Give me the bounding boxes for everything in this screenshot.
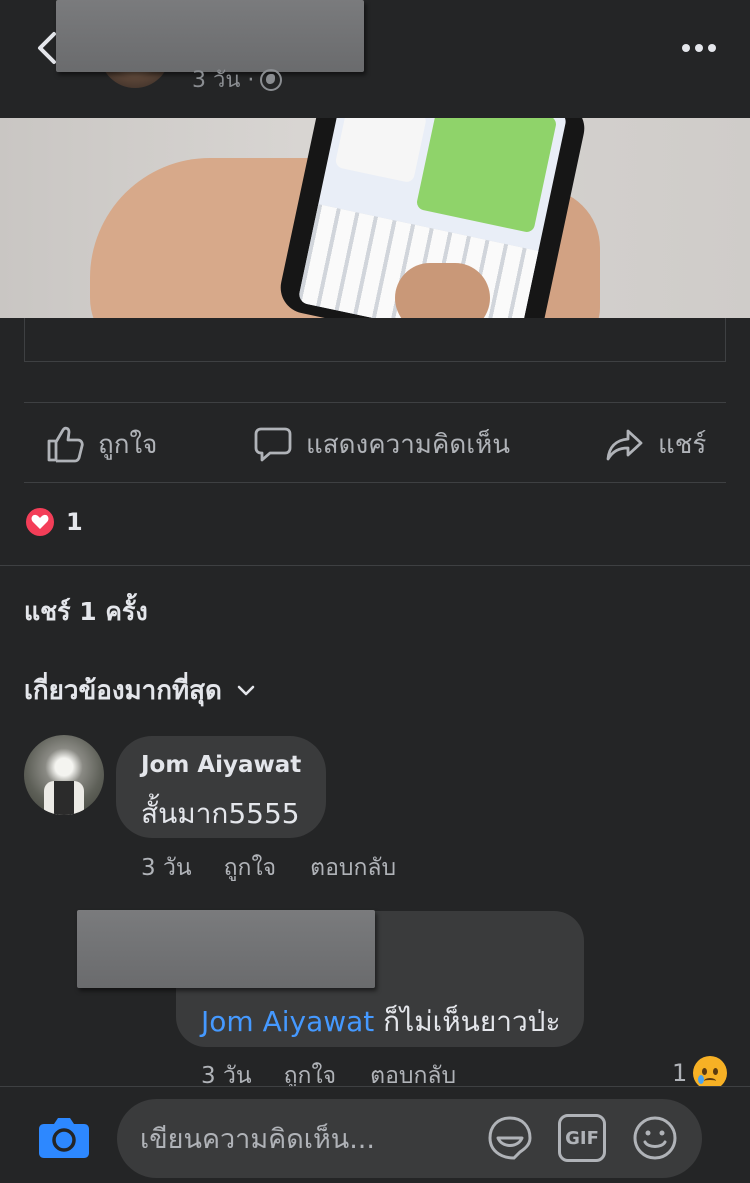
comment-label: แสดงความคิดเห็น: [306, 429, 511, 460]
reply-reaction-summary[interactable]: 1: [672, 1056, 728, 1090]
post-photo[interactable]: [0, 118, 750, 318]
reaction-count: 1: [66, 508, 83, 536]
like-label: ถูกใจ: [98, 429, 158, 460]
share-label: แชร์: [658, 429, 707, 460]
like-button[interactable]: ถูกใจ: [46, 418, 157, 470]
comment-input[interactable]: [140, 1117, 460, 1161]
gif-button[interactable]: GIF: [558, 1114, 606, 1162]
comment-reply-button[interactable]: ตอบกลับ: [310, 850, 396, 886]
more-options-button[interactable]: [682, 36, 722, 60]
comment-text: สั้นมาก5555: [141, 797, 300, 830]
globe-icon: [260, 68, 283, 91]
emoji-button[interactable]: [631, 1114, 679, 1162]
comment-time[interactable]: 3 วัน: [141, 850, 192, 886]
sort-label: เกี่ยวข้องมากที่สุด: [24, 676, 222, 706]
heart-reaction-icon: [24, 506, 56, 538]
post-timestamp[interactable]: 3 วัน ·: [192, 62, 283, 97]
divider: [24, 402, 726, 403]
camera-icon: [39, 1118, 89, 1158]
reply-mention[interactable]: Jom Aiyawat: [201, 1005, 374, 1038]
redacted-reply-author: [77, 910, 375, 988]
sticker-icon: [488, 1116, 532, 1160]
reaction-summary[interactable]: 1: [24, 506, 83, 538]
camera-button[interactable]: [38, 1114, 90, 1160]
comment-like-button[interactable]: ถูกใจ: [224, 850, 277, 886]
comment-bubble-icon: [254, 427, 292, 462]
comment-author[interactable]: Jom Aiyawat: [141, 752, 301, 778]
sad-reaction-icon: [693, 1056, 728, 1090]
thumbs-up-icon: [47, 426, 84, 463]
commenter-avatar[interactable]: [24, 735, 104, 815]
post-time-text: 3 วัน ·: [192, 68, 255, 93]
share-count[interactable]: แชร์ 1 ครั้ง: [24, 592, 148, 632]
divider: [24, 482, 726, 483]
emoji-icon: [633, 1116, 677, 1160]
chevron-down-icon: [237, 685, 255, 695]
share-arrow-icon: [606, 429, 643, 461]
divider: [0, 565, 750, 566]
comment-sort-dropdown[interactable]: เกี่ยวข้องมากที่สุด: [24, 670, 256, 711]
reply-reaction-count: 1: [672, 1059, 688, 1087]
sticker-button[interactable]: [486, 1114, 534, 1162]
reply-text: Jom Aiyawat ก็ไม่เห็นยาวป่ะ: [201, 1000, 561, 1044]
reply-body: ก็ไม่เห็นยาวป่ะ: [374, 1005, 561, 1038]
more-horizontal-icon: [682, 44, 690, 52]
link-preview-box[interactable]: [24, 318, 726, 362]
share-button[interactable]: แชร์: [606, 418, 706, 470]
comment-button[interactable]: แสดงความคิดเห็น: [254, 418, 510, 470]
comment-meta: 3 วัน ถูกใจ ตอบกลับ: [141, 850, 396, 886]
